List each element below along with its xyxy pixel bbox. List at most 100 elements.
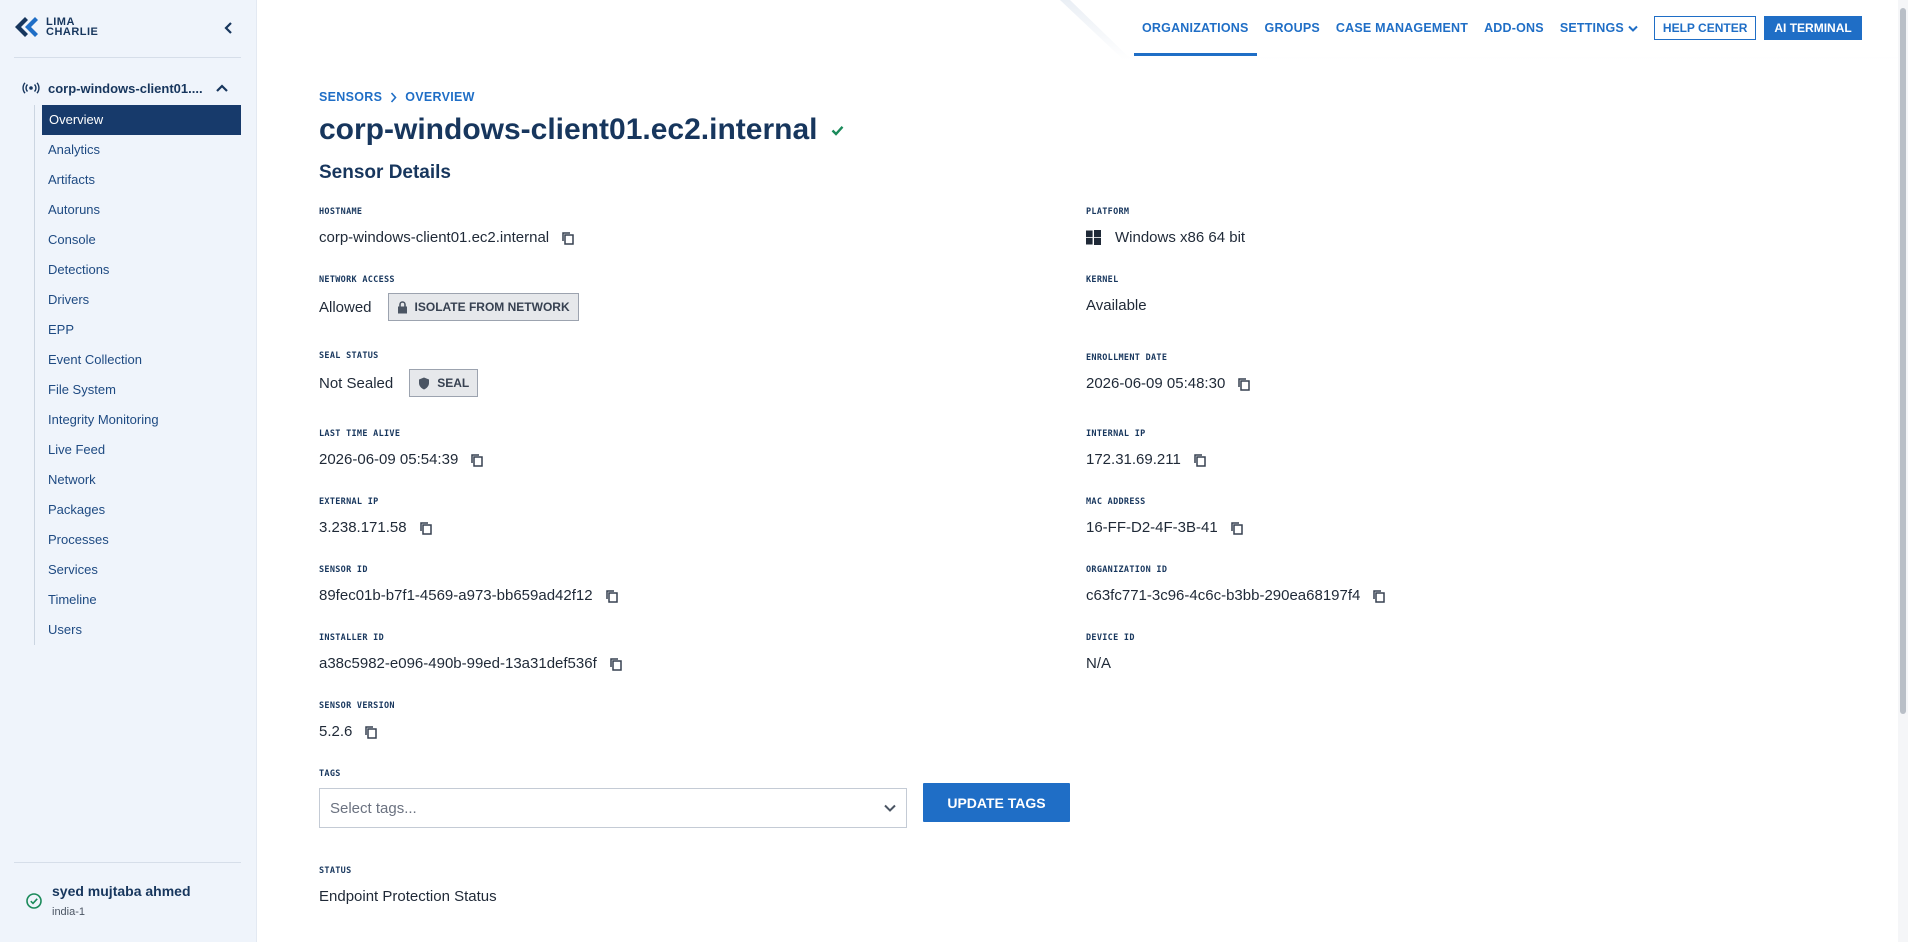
- nav-item-drivers[interactable]: Drivers: [35, 285, 241, 315]
- windows-icon: [1086, 230, 1101, 245]
- breadcrumb-sensors[interactable]: SENSORS: [319, 90, 382, 104]
- nav-item-analytics[interactable]: Analytics: [35, 135, 241, 165]
- page-title-text: corp-windows-client01.ec2.internal: [319, 113, 818, 146]
- field-label: PLATFORM: [1086, 207, 1130, 217]
- nav-item-packages[interactable]: Packages: [35, 495, 241, 525]
- hostname-value: corp-windows-client01.ec2.internal: [319, 229, 550, 246]
- nav-item-network[interactable]: Network: [35, 465, 241, 495]
- field-network-access: NETWORK ACCESS Allowed ISOLATE FROM NETW…: [319, 275, 579, 321]
- nav-groups[interactable]: GROUPS: [1257, 0, 1328, 56]
- kernel-value: Available: [1086, 297, 1147, 314]
- nav-item-detections[interactable]: Detections: [35, 255, 241, 285]
- brand-logo[interactable]: LIMA CHARLIE: [14, 16, 98, 38]
- nav-item-artifacts[interactable]: Artifacts: [35, 165, 241, 195]
- update-tags-button[interactable]: UPDATE TAGS: [923, 783, 1070, 822]
- online-check-icon: [26, 893, 42, 909]
- seal-status-value: Not Sealed: [319, 374, 394, 392]
- chevron-down-icon: [1628, 25, 1638, 32]
- sensor-nav: Overview Analytics Artifacts Autoruns Co…: [34, 105, 241, 645]
- chevron-right-icon: [391, 91, 397, 103]
- user-profile[interactable]: syed mujtaba ahmed india-1: [14, 862, 241, 932]
- verified-check-icon: [832, 125, 844, 136]
- collapse-sidebar-button[interactable]: [220, 18, 236, 38]
- copy-icon[interactable]: [605, 589, 619, 603]
- seal-button-label: SEAL: [437, 376, 470, 390]
- nav-item-overview[interactable]: Overview: [42, 105, 241, 135]
- sensor-selector[interactable]: corp-windows-client01....: [22, 78, 242, 98]
- nav-organizations[interactable]: ORGANIZATIONS: [1134, 0, 1257, 56]
- nav-case-management[interactable]: CASE MANAGEMENT: [1328, 0, 1476, 56]
- nav-item-console[interactable]: Console: [35, 225, 241, 255]
- isolate-from-network-button[interactable]: ISOLATE FROM NETWORK: [387, 293, 579, 321]
- external-ip-value: 3.238.171.58: [319, 519, 407, 536]
- nav-item-users[interactable]: Users: [35, 615, 241, 645]
- field-label: EXTERNAL IP: [319, 497, 379, 507]
- copy-icon[interactable]: [419, 521, 433, 535]
- field-label: ORGANIZATION ID: [1086, 565, 1168, 575]
- section-title: Sensor Details: [319, 162, 451, 183]
- field-status: STATUS Endpoint Protection Status: [319, 866, 497, 905]
- field-sensor-version: SENSOR VERSION 5.2.6: [319, 701, 395, 740]
- field-last-time-alive: LAST TIME ALIVE 2026-06-09 05:54:39: [319, 429, 484, 468]
- last-time-alive-value: 2026-06-09 05:54:39: [319, 451, 459, 468]
- copy-icon[interactable]: [1193, 453, 1207, 467]
- shield-icon: [419, 377, 430, 389]
- field-installer-id: INSTALLER ID a38c5982-e096-490b-99ed-13a…: [319, 633, 623, 672]
- field-sensor-id: SENSOR ID 89fec01b-b7f1-4569-a973-bb659a…: [319, 565, 619, 604]
- sensor-id-value: 89fec01b-b7f1-4569-a973-bb659ad42f12: [319, 587, 593, 604]
- nav-item-event-collection[interactable]: Event Collection: [35, 345, 241, 375]
- organization-id-value: c63fc771-3c96-4c6c-b3bb-290ea68197f4: [1086, 587, 1361, 604]
- help-center-button[interactable]: HELP CENTER: [1653, 16, 1757, 40]
- copy-icon[interactable]: [1230, 521, 1244, 535]
- copy-icon[interactable]: [364, 725, 378, 739]
- nav-item-integrity-monitoring[interactable]: Integrity Monitoring: [35, 405, 241, 435]
- nav-item-timeline[interactable]: Timeline: [35, 585, 241, 615]
- seal-button[interactable]: SEAL: [409, 369, 479, 397]
- device-id-value: N/A: [1086, 655, 1112, 672]
- scrollbar-thumb[interactable]: [1900, 8, 1906, 714]
- field-hostname: HOSTNAME corp-windows-client01.ec2.inter…: [319, 207, 575, 246]
- page-scrollbar[interactable]: [1898, 0, 1908, 942]
- field-label: NETWORK ACCESS: [319, 275, 395, 285]
- page-title: corp-windows-client01.ec2.internal: [319, 113, 844, 147]
- breadcrumb-overview[interactable]: OVERVIEW: [405, 90, 475, 104]
- tags-placeholder: Select tags...: [330, 799, 417, 817]
- field-label: INTERNAL IP: [1086, 429, 1146, 439]
- ai-terminal-button[interactable]: AI TERMINAL: [1764, 16, 1862, 40]
- enrollment-date-value: 2026-06-09 05:48:30: [1086, 375, 1226, 392]
- installer-id-value: a38c5982-e096-490b-99ed-13a31def536f: [319, 655, 597, 672]
- field-internal-ip: INTERNAL IP 172.31.69.211: [1086, 429, 1207, 468]
- nav-item-live-feed[interactable]: Live Feed: [35, 435, 241, 465]
- brand-wordmark: LIMA CHARLIE: [46, 17, 98, 38]
- field-external-ip: EXTERNAL IP 3.238.171.58: [319, 497, 433, 536]
- copy-icon[interactable]: [470, 453, 484, 467]
- nav-item-autoruns[interactable]: Autoruns: [35, 195, 241, 225]
- sidebar-divider: [14, 57, 241, 58]
- nav-add-ons[interactable]: ADD-ONS: [1476, 0, 1552, 56]
- nav-settings-label: SETTINGS: [1559, 21, 1624, 35]
- field-label: SEAL STATUS: [319, 351, 379, 361]
- nav-item-epp[interactable]: EPP: [35, 315, 241, 345]
- sidebar: LIMA CHARLIE corp-windows-client01.... O…: [0, 0, 257, 942]
- copy-icon[interactable]: [1237, 377, 1251, 391]
- nav-item-file-system[interactable]: File System: [35, 375, 241, 405]
- status-value: Endpoint Protection Status: [319, 888, 497, 905]
- nav-item-services[interactable]: Services: [35, 555, 241, 585]
- field-mac-address: MAC ADDRESS 16-FF-D2-4F-3B-41: [1086, 497, 1244, 536]
- nav-item-processes[interactable]: Processes: [35, 525, 241, 555]
- field-kernel: KERNEL Available: [1086, 275, 1147, 314]
- copy-icon[interactable]: [561, 231, 575, 245]
- copy-icon[interactable]: [609, 657, 623, 671]
- field-seal-status: SEAL STATUS Not Sealed SEAL: [319, 351, 479, 397]
- chevron-up-icon: [216, 84, 228, 92]
- field-tags: TAGS: [319, 769, 341, 781]
- breadcrumb: SENSORS OVERVIEW: [319, 90, 475, 104]
- nav-settings[interactable]: SETTINGS: [1552, 0, 1646, 56]
- network-access-value: Allowed: [319, 298, 372, 316]
- top-navigation: ORGANIZATIONS GROUPS CASE MANAGEMENT ADD…: [1134, 0, 1862, 56]
- user-name: syed mujtaba ahmed: [52, 883, 191, 899]
- tags-select[interactable]: Select tags...: [319, 788, 907, 828]
- copy-icon[interactable]: [1372, 589, 1386, 603]
- user-region: india-1: [52, 906, 86, 918]
- mac-address-value: 16-FF-D2-4F-3B-41: [1086, 519, 1218, 536]
